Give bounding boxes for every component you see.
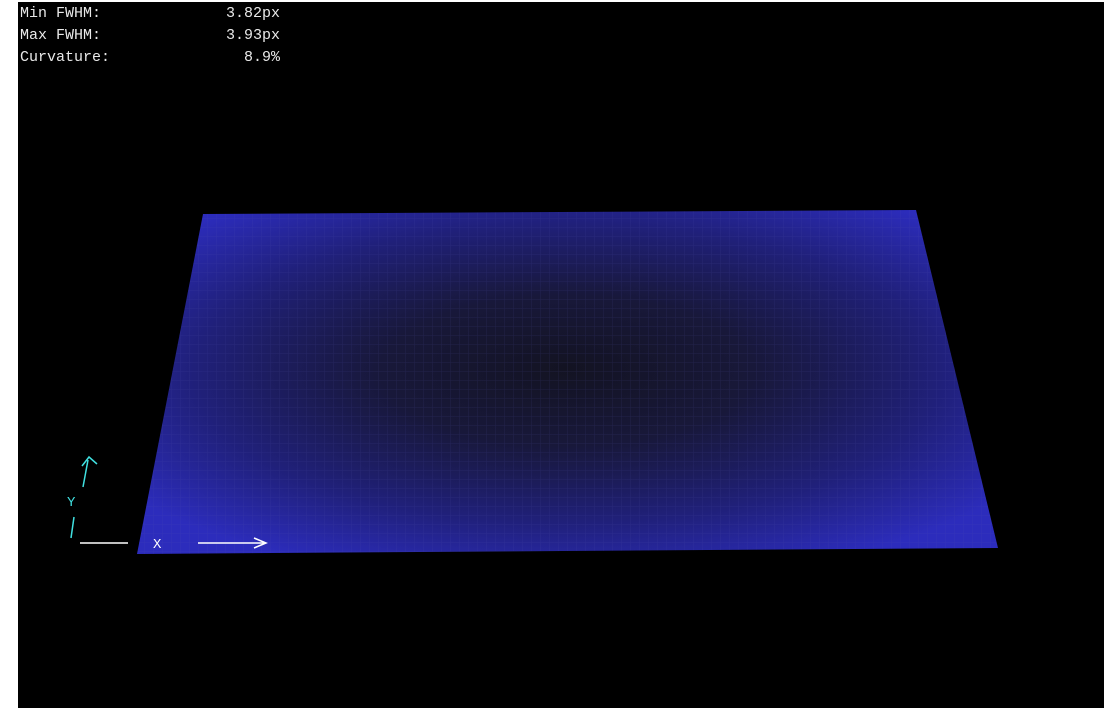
surface-mesh <box>137 210 998 554</box>
fwhm-surface-plot: X Y <box>67 210 998 554</box>
y-axis-arrowhead <box>81 455 98 467</box>
x-axis-label: X <box>153 537 162 553</box>
fwhm-3d-viewport[interactable]: Min FWHM: 3.82px Max FWHM: 3.93px Curvat… <box>18 2 1104 708</box>
y-axis-line <box>70 516 75 539</box>
y-axis-label: Y <box>67 495 76 511</box>
